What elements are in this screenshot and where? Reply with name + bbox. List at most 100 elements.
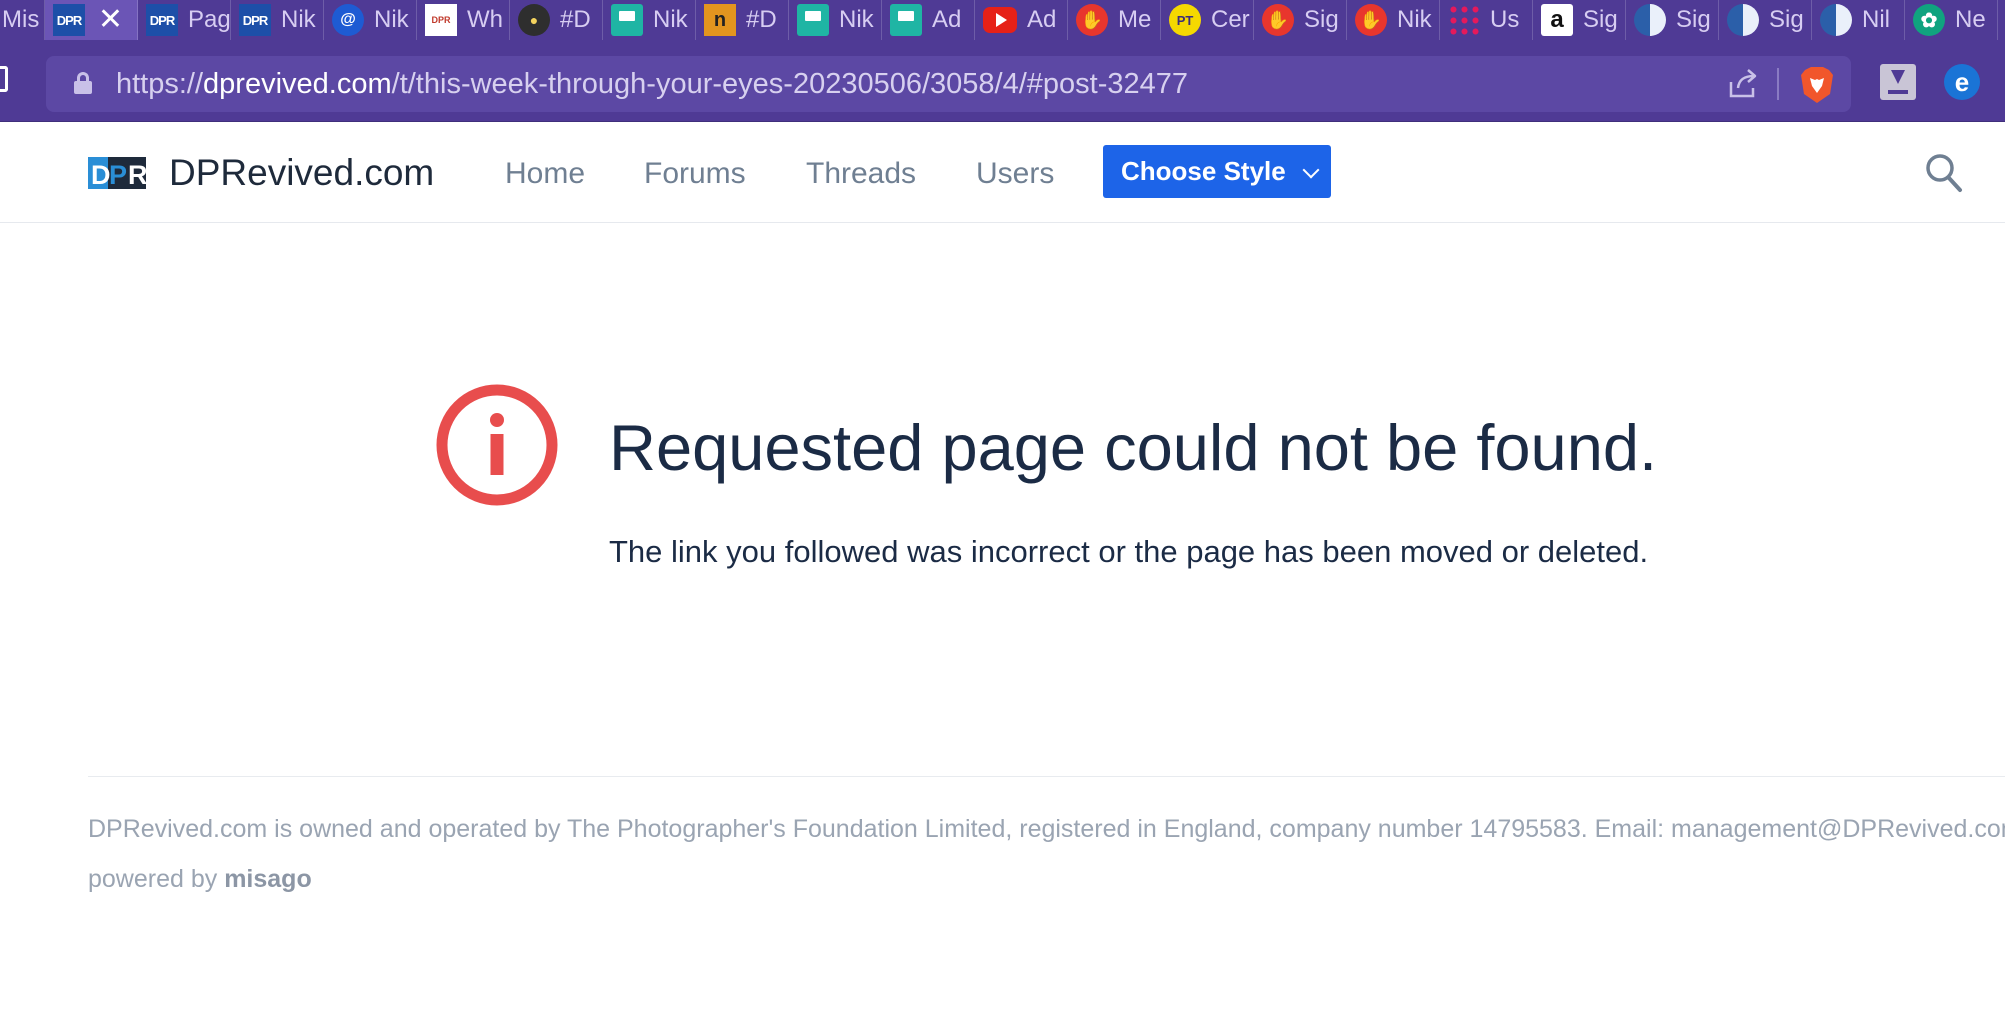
chevron-down-icon [1302, 161, 1320, 179]
youtube-icon [983, 7, 1017, 33]
svg-text:P: P [109, 160, 127, 190]
tab-label: Nil [1862, 6, 1890, 33]
nav-threads[interactable]: Threads [806, 155, 916, 193]
chatgpt-icon: ✿ [1913, 4, 1945, 36]
footer-divider [88, 776, 2005, 777]
half-circle-icon [1820, 4, 1852, 36]
browser-tab[interactable]: Sig [1626, 0, 1719, 40]
save-disk-icon [890, 4, 922, 36]
address-separator [1777, 68, 1779, 100]
tab-label: Wh [467, 6, 503, 33]
address-bar[interactable]: https://dprevived.com/t/this-week-throug… [46, 56, 1851, 112]
browser-tab[interactable]: PT Cer [1161, 0, 1254, 40]
tab-label: Us [1490, 6, 1520, 33]
red-hand-icon: ✋ [1355, 4, 1387, 36]
svg-text:D: D [91, 160, 111, 190]
browser-tab-active[interactable]: DPR ✕ [45, 0, 138, 40]
tab-label: Sig [1583, 6, 1618, 33]
choose-style-button[interactable]: Choose Style [1103, 145, 1331, 198]
nav-users[interactable]: Users [976, 155, 1054, 193]
browser-tab[interactable]: Sig [1719, 0, 1812, 40]
save-disk-icon [797, 4, 829, 36]
site-brand[interactable]: DPRevived.com [169, 151, 434, 195]
half-circle-icon [1634, 4, 1666, 36]
save-disk-icon [611, 4, 643, 36]
browser-tab[interactable]: Mis [0, 0, 45, 40]
url-path: /t/this-week-through-your-eyes-20230506/… [391, 68, 1189, 100]
globe-badge-icon: ● [518, 4, 550, 36]
browser-tab[interactable]: DPR Wh [417, 0, 510, 40]
browser-tab[interactable]: Nik [603, 0, 696, 40]
tab-label: Ad [932, 6, 962, 33]
half-circle-icon [1727, 4, 1759, 36]
tab-label: Nik [374, 6, 409, 33]
n-letter-icon: n [704, 4, 736, 36]
share-icon[interactable] [1727, 68, 1761, 100]
browser-tab[interactable]: Nik [789, 0, 882, 40]
dpr-forum-icon: DPR [425, 4, 457, 36]
browser-toolbar: https://dprevived.com/t/this-week-throug… [0, 40, 2005, 122]
browser-tab[interactable]: Ad [882, 0, 975, 40]
lock-icon[interactable] [74, 72, 92, 94]
info-circle-icon [436, 384, 558, 506]
search-icon[interactable] [1925, 153, 1963, 193]
pink-dots-icon [1448, 4, 1480, 36]
dpr-logo-icon[interactable]: D P R [88, 155, 146, 191]
tab-close-icon[interactable]: ✕ [98, 4, 123, 36]
choose-style-label: Choose Style [1121, 156, 1286, 186]
tab-label: Nik [839, 6, 874, 33]
brave-shield-icon[interactable] [1799, 66, 1835, 104]
browser-tab[interactable]: n #D [696, 0, 789, 40]
red-hand-icon: ✋ [1076, 4, 1108, 36]
url-scheme: https:// [116, 68, 204, 100]
tab-label: Cer [1211, 6, 1250, 33]
misago-link[interactable]: misago [224, 865, 312, 893]
tab-label: Ad [1027, 6, 1057, 33]
url-domain: dprevived.com [203, 68, 392, 100]
browser-tab[interactable]: @ Nik [324, 0, 417, 40]
tab-label: Me [1118, 6, 1152, 33]
browser-tab[interactable]: ✋ Me [1068, 0, 1161, 40]
tab-label: Ne [1955, 6, 1986, 33]
browser-tab[interactable]: ✿ Ne [1905, 0, 1998, 40]
tab-label: #D [560, 6, 591, 33]
browser-tab-strip: Mis DPR ✕ DPR Pag DPR Nik @ Nik DPR Wh ●… [0, 0, 2005, 40]
tab-label: Nik [1397, 6, 1432, 33]
tab-label: Pag [188, 6, 230, 33]
svg-text:R: R [128, 160, 146, 190]
amazon-icon: a [1541, 4, 1573, 36]
browser-tab[interactable]: Ad [975, 0, 1068, 40]
error-title: Requested page could not be found. [609, 411, 1658, 484]
browser-tab[interactable]: ✋ Nik [1347, 0, 1440, 40]
browser-tab[interactable]: Nil [1812, 0, 1905, 40]
tab-label: Sig [1676, 6, 1711, 33]
dpr-logo-icon: DPR [53, 4, 85, 36]
powered-by-label: powered by [88, 865, 218, 893]
nav-home[interactable]: Home [505, 155, 585, 193]
site-header: D P R DPRevived.com Home Forums Threads … [0, 123, 2005, 223]
dpr-logo-icon: DPR [239, 4, 271, 36]
browser-tab[interactable]: DPR Nik [231, 0, 324, 40]
tab-label: Sig [1769, 6, 1804, 33]
browser-tab[interactable]: Us [1440, 0, 1533, 40]
tab-label: Nik [653, 6, 688, 33]
red-hand-icon: ✋ [1262, 4, 1294, 36]
footer-ownership-text: DPRevived.com is owned and operated by T… [88, 815, 2005, 843]
dpr-logo-icon: DPR [146, 4, 178, 36]
nav-forums[interactable]: Forums [644, 155, 746, 193]
url-text[interactable]: https://dprevived.com/t/this-week-throug… [116, 56, 1188, 112]
sidebar-toggle-icon[interactable] [0, 66, 8, 92]
browser-tab[interactable]: DPR Pag [138, 0, 231, 40]
powered-by: powered by misago [88, 863, 312, 895]
browser-tab[interactable]: a Sig [1533, 0, 1626, 40]
tab-label: Nik [281, 6, 316, 33]
pt-badge-icon: PT [1169, 4, 1201, 36]
browser-tab[interactable]: ✋ Sig [1254, 0, 1347, 40]
edge-icon[interactable]: e [1944, 64, 1980, 100]
error-message: The link you followed was incorrect or t… [609, 534, 1649, 569]
download-icon[interactable] [1880, 64, 1916, 100]
tab-label: Sig [1304, 6, 1339, 33]
tab-label: #D [746, 6, 777, 33]
browser-tab[interactable]: ● #D [510, 0, 603, 40]
blue-swirl-icon: @ [332, 4, 364, 36]
